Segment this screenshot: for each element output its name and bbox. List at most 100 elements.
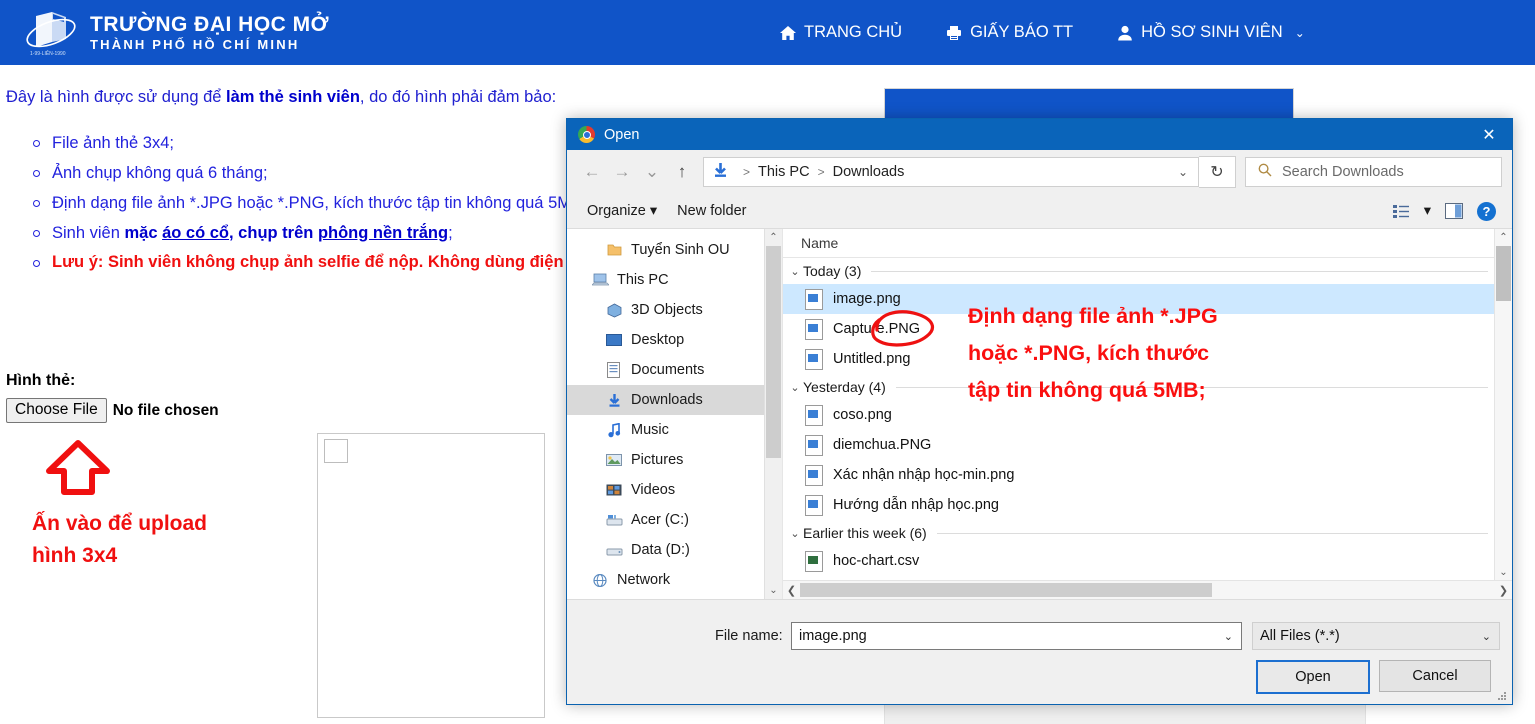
- file-item-untitled-png[interactable]: Untitled.png: [783, 344, 1512, 374]
- preview-pane-icon[interactable]: [1445, 203, 1463, 219]
- breadcrumb-dropdown-icon[interactable]: ⌄: [1178, 165, 1188, 179]
- breadcrumb-item-this-pc[interactable]: This PC: [758, 164, 810, 180]
- file-item-capture-png[interactable]: Capture.PNG: [783, 314, 1512, 344]
- scroll-up-icon[interactable]: ⌃: [765, 229, 782, 246]
- refresh-button[interactable]: ↻: [1199, 156, 1236, 188]
- breadcrumb[interactable]: > This PC > Downloads ⌄: [703, 157, 1199, 187]
- change-view-icon[interactable]: [1392, 204, 1410, 219]
- help-button[interactable]: ?: [1477, 201, 1496, 221]
- bullet-4-underline-1: áo có cổ: [162, 224, 230, 242]
- logo-title: TRƯỜNG ĐẠI HỌC MỞ: [90, 12, 330, 36]
- nav-label-giay-bao-tt: GIẤY BÁO TT: [970, 23, 1074, 41]
- red-up-arrow-icon: [45, 440, 111, 501]
- bullet-4-mid: , chụp trên: [229, 224, 318, 242]
- nav-item-trang-chu[interactable]: TRANG CHỦ: [780, 23, 902, 42]
- university-logo-icon: 1-99-LIÊN-1990: [22, 8, 80, 58]
- group-label: Today (3): [803, 263, 862, 279]
- tree-item-acer-c[interactable]: Acer (C:): [567, 505, 782, 535]
- organize-button[interactable]: Organize ▾: [587, 203, 657, 219]
- chevron-down-icon[interactable]: ⌄: [787, 381, 803, 394]
- cancel-button[interactable]: Cancel: [1379, 660, 1491, 692]
- group-header[interactable]: ⌄ Today (3): [783, 258, 1512, 284]
- group-rule: [936, 532, 1488, 534]
- chevron-down-icon[interactable]: ⌄: [787, 265, 803, 278]
- logo-subtitle: THÀNH PHỐ HỒ CHÍ MINH: [90, 36, 300, 52]
- file-item-hoc-chart-csv[interactable]: hoc-chart.csv: [783, 546, 1512, 576]
- file-item-huong-dan-nhap-hoc-png[interactable]: Hướng dẫn nhập học.png: [783, 490, 1512, 520]
- scroll-down-icon[interactable]: ⌄: [1495, 564, 1512, 581]
- file-type-filter-select[interactable]: All Files (*.*) ⌄: [1252, 622, 1500, 650]
- file-list-vertical-scrollbar[interactable]: ⌃ ⌄: [1494, 229, 1512, 599]
- site-logo[interactable]: 1-99-LIÊN-1990 TRƯỜNG ĐẠI HỌC MỞ THÀNH P…: [22, 8, 329, 58]
- chevron-down-icon[interactable]: ⌄: [1224, 630, 1233, 643]
- file-group-earlier-this-week: ⌄ Earlier this week (6) hoc-chart.csv: [783, 520, 1512, 576]
- search-input[interactable]: Search Downloads: [1245, 157, 1502, 187]
- scroll-left-icon[interactable]: ❮: [783, 584, 800, 597]
- chevron-down-icon[interactable]: ⌄: [1482, 630, 1491, 643]
- network-icon: [591, 572, 609, 588]
- scroll-thumb[interactable]: [1496, 246, 1511, 301]
- file-name-value: image.png: [799, 628, 867, 644]
- nav-item-giay-bao-tt[interactable]: GIẤY BÁO TT: [946, 23, 1073, 42]
- tree-item-documents[interactable]: Documents: [567, 355, 782, 385]
- tree-item-3d-objects[interactable]: 3D Objects: [567, 295, 782, 325]
- dialog-toolbar: Organize ▾ New folder ▾ ?: [567, 194, 1512, 229]
- up-one-level-icon[interactable]: ↑: [667, 157, 697, 187]
- file-item-image-png[interactable]: image.png: [783, 284, 1512, 314]
- upload-note-line1: Ấn vào để upload: [32, 512, 208, 535]
- group-label: Earlier this week (6): [803, 525, 927, 541]
- recent-locations-icon[interactable]: ⌄: [637, 157, 667, 187]
- screen: 1-99-LIÊN-1990 TRƯỜNG ĐẠI HỌC MỞ THÀNH P…: [0, 0, 1535, 724]
- group-header[interactable]: ⌄ Yesterday (4): [783, 374, 1512, 400]
- chevron-down-icon[interactable]: ⌄: [787, 527, 803, 540]
- scroll-up-icon[interactable]: ⌃: [1495, 229, 1512, 246]
- file-item-coso-png[interactable]: coso.png: [783, 400, 1512, 430]
- downloads-icon: [712, 162, 729, 183]
- tree-item-tuyen-sinh-ou[interactable]: Tuyển Sinh OU: [567, 235, 782, 265]
- file-name: coso.png: [833, 407, 892, 423]
- tree-label: 3D Objects: [631, 302, 703, 318]
- tree-vertical-scrollbar[interactable]: ⌃ ⌄: [764, 229, 782, 599]
- open-button[interactable]: Open: [1256, 660, 1370, 694]
- file-item-diemchua-png[interactable]: diemchua.PNG: [783, 430, 1512, 460]
- group-header[interactable]: ⌄ Earlier this week (6): [783, 520, 1512, 546]
- view-dropdown-caret-icon[interactable]: ▾: [1424, 203, 1431, 219]
- scroll-right-icon[interactable]: ❯: [1495, 584, 1512, 597]
- back-icon[interactable]: ←: [577, 157, 607, 187]
- chevron-down-icon: ⌄: [1294, 25, 1305, 40]
- forward-icon[interactable]: →: [607, 157, 637, 187]
- printer-icon: [946, 25, 962, 41]
- choose-file-button[interactable]: Choose File: [6, 398, 107, 423]
- file-upload-row: Choose File No file chosen: [6, 398, 219, 423]
- tree-item-downloads[interactable]: Downloads: [567, 385, 782, 415]
- tree-item-pictures[interactable]: Pictures: [567, 445, 782, 475]
- csv-file-icon: [805, 550, 823, 572]
- tree-item-network[interactable]: Network: [567, 565, 782, 595]
- file-type-filter-value: All Files (*.*): [1260, 628, 1340, 644]
- bullet-text-1: File ảnh thẻ 3x4;: [52, 134, 174, 152]
- tree-item-videos[interactable]: Videos: [567, 475, 782, 505]
- intro-paragraph: Đây là hình được sử dụng để làm thẻ sinh…: [6, 88, 556, 107]
- tree-item-this-pc[interactable]: This PC: [567, 265, 782, 295]
- bullet-text-2: Ảnh chụp không quá 6 tháng;: [52, 164, 268, 182]
- dialog-main-area: Tuyển Sinh OU This PC 3D Objects Desktop…: [567, 229, 1512, 599]
- scroll-down-icon[interactable]: ⌄: [765, 582, 782, 599]
- tree-item-music[interactable]: Music: [567, 415, 782, 445]
- image-file-icon: [805, 464, 823, 486]
- tree-item-desktop[interactable]: Desktop: [567, 325, 782, 355]
- close-icon[interactable]: ✕: [1466, 119, 1512, 150]
- breadcrumb-item-downloads[interactable]: Downloads: [833, 164, 905, 180]
- pictures-icon: [605, 452, 623, 468]
- resize-grip-icon[interactable]: [1496, 689, 1508, 701]
- image-file-icon: [805, 288, 823, 310]
- column-header-name[interactable]: Name: [801, 235, 838, 251]
- new-folder-button[interactable]: New folder: [677, 203, 746, 219]
- tree-item-data-d[interactable]: Data (D:): [567, 535, 782, 565]
- nav-item-ho-so-sinh-vien[interactable]: HỒ SƠ SINH VIÊN ⌄: [1117, 23, 1305, 42]
- scroll-thumb[interactable]: [766, 246, 781, 458]
- file-list-horizontal-scrollbar[interactable]: ❮ ❯: [783, 580, 1512, 599]
- tree-label: Data (D:): [631, 542, 690, 558]
- hscroll-thumb[interactable]: [800, 583, 1212, 597]
- file-name-input[interactable]: image.png ⌄: [791, 622, 1242, 650]
- file-item-xac-nhan-nhap-hoc-min-png[interactable]: Xác nhận nhập học-min.png: [783, 460, 1512, 490]
